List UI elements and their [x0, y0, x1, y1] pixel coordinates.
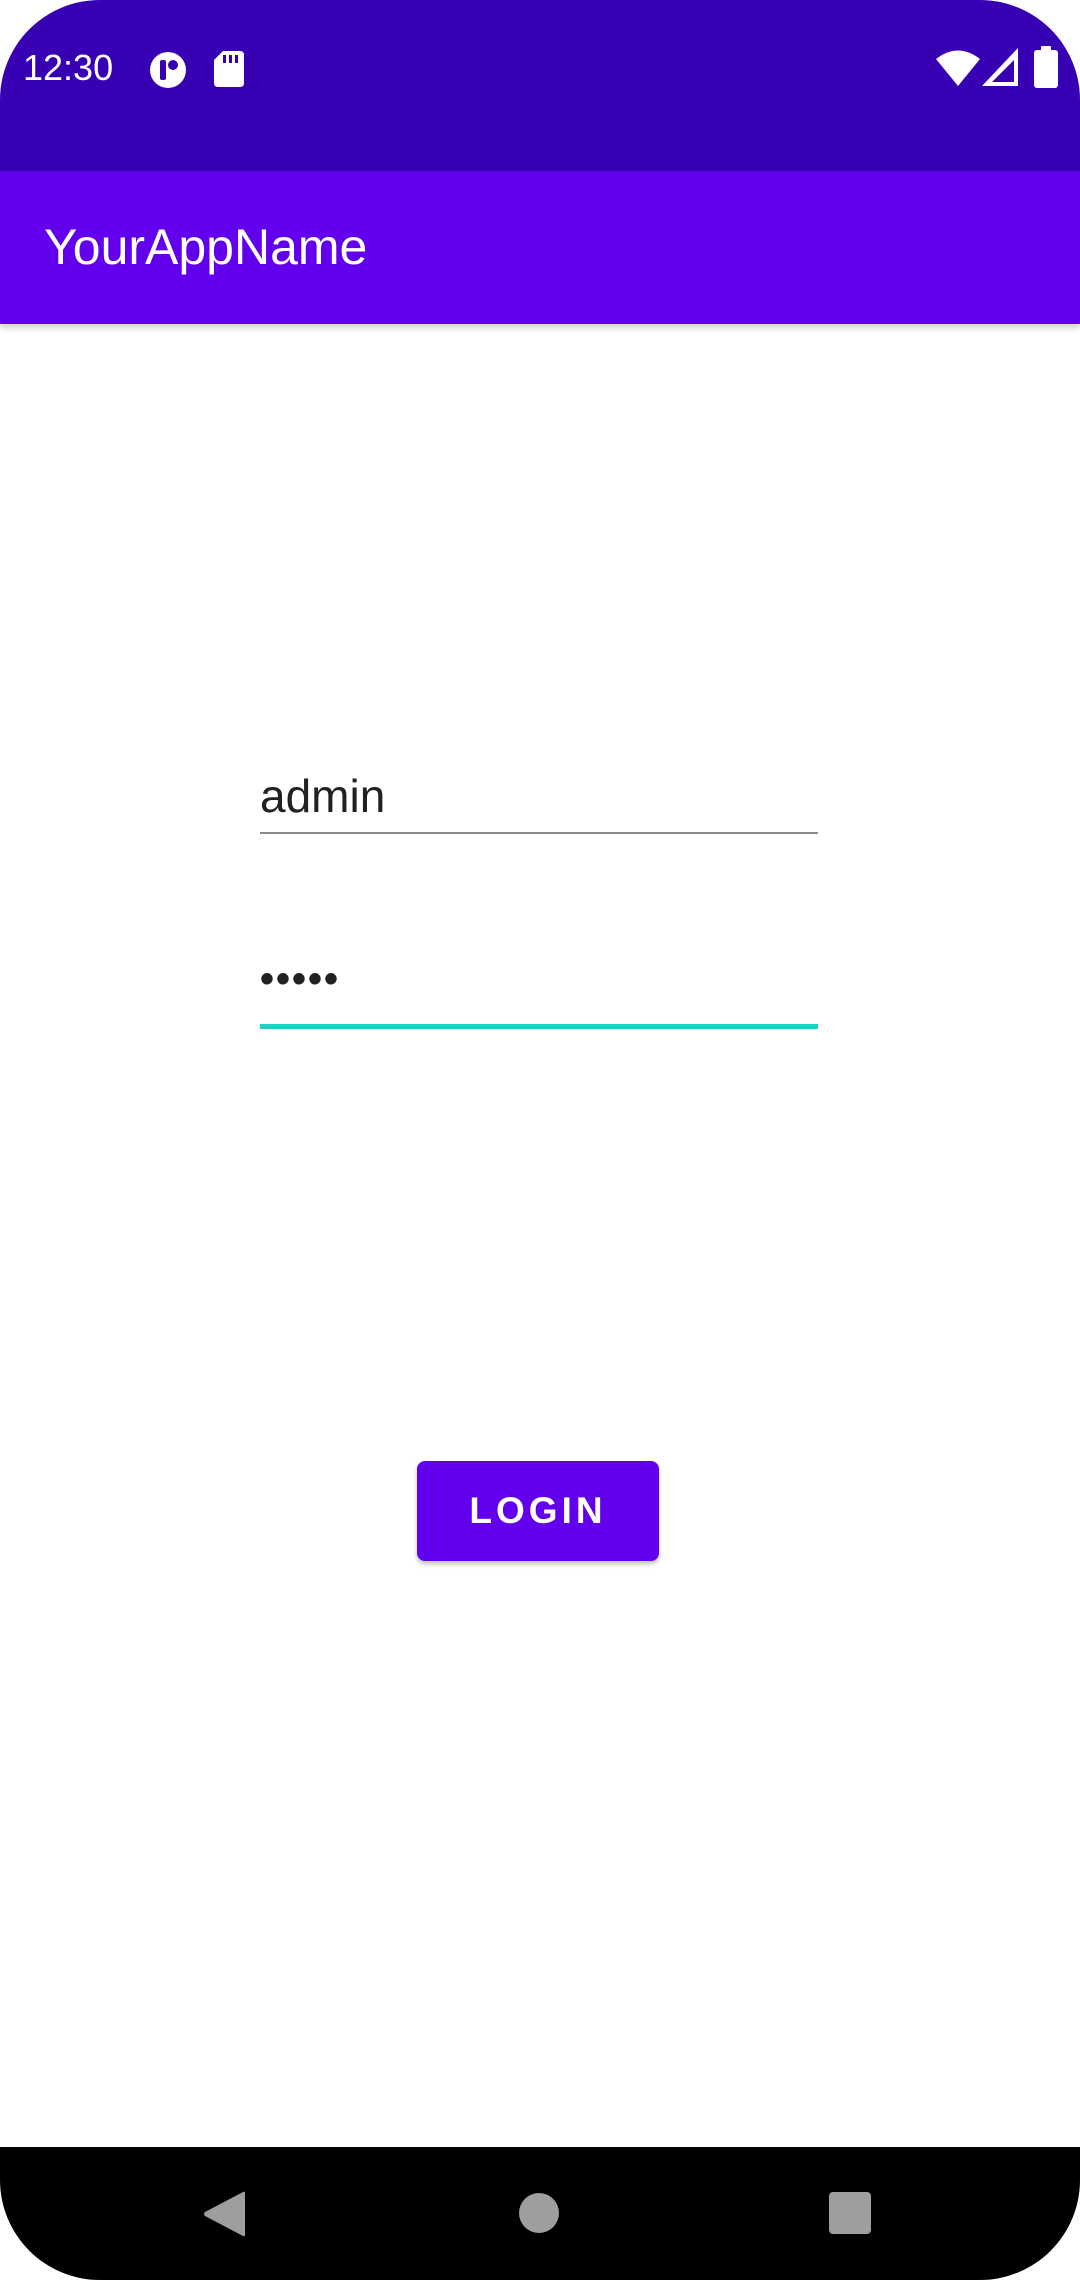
status-time: 12:30	[23, 47, 114, 88]
cell-signal-icon	[982, 48, 1018, 86]
home-icon[interactable]	[518, 2192, 560, 2234]
app-title: YourAppName	[44, 219, 368, 275]
password-value: •••••	[260, 957, 341, 1001]
login-button[interactable]: LOGIN	[417, 1461, 659, 1561]
wifi-icon	[936, 50, 980, 86]
password-field[interactable]: •••••	[260, 945, 818, 1029]
screen: 12:30 YourAppName admin ••••• LOGIN	[0, 0, 1080, 2280]
username-value: admin	[260, 770, 386, 822]
sd-card-icon	[214, 51, 244, 87]
username-underline	[260, 832, 818, 834]
navigation-bar	[0, 2147, 1080, 2280]
back-icon[interactable]	[203, 2191, 245, 2237]
password-underline-focused	[260, 1024, 818, 1029]
login-button-label: LOGIN	[469, 1490, 607, 1531]
app-notification-icon	[150, 52, 186, 88]
battery-icon	[1034, 46, 1058, 88]
status-bar: 12:30	[0, 0, 1080, 171]
recents-icon[interactable]	[829, 2192, 871, 2234]
username-field[interactable]: admin	[260, 756, 818, 836]
app-bar: YourAppName	[0, 171, 1080, 324]
